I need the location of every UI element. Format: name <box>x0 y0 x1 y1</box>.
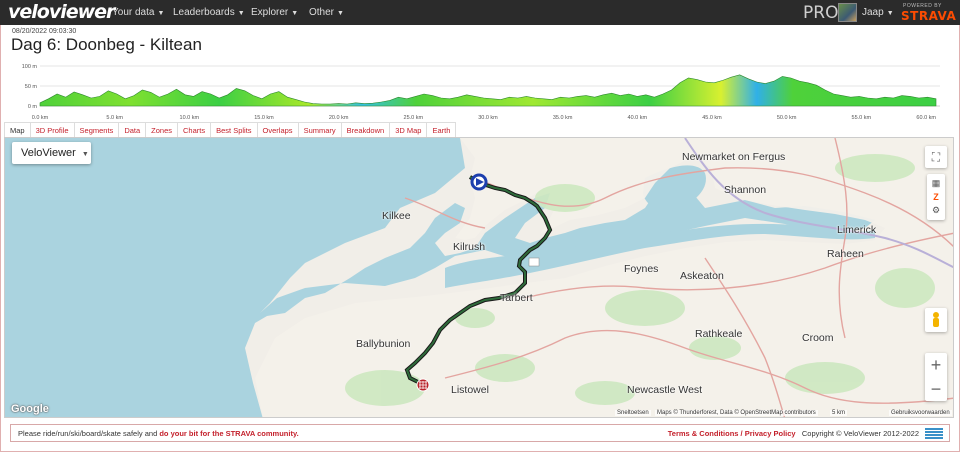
tab-earth[interactable]: Earth <box>426 122 457 137</box>
map-tools-panel: ▦ Z ⚙ <box>927 174 945 220</box>
tab-summary[interactable]: Summary <box>297 122 342 137</box>
map-label-raheen: Raheen <box>827 248 864 260</box>
nav-leaderboards[interactable]: Leaderboards ▼ <box>173 7 245 18</box>
elevation-x-tick-label: 40.0 km <box>628 115 648 121</box>
caret-down-icon: ▼ <box>337 10 344 17</box>
route-map[interactable]: VeloViewer ▼ Newmarket on Fergus Shannon… <box>4 137 954 418</box>
footer-bar: Please ride/run/ski/board/skate safely a… <box>10 424 950 442</box>
footer-right: Terms & Conditions / Privacy Policy Copy… <box>668 429 919 438</box>
user-menu[interactable]: Jaap ▼ <box>862 7 894 18</box>
map-label-kilkee: Kilkee <box>382 210 411 222</box>
veloviewer-logo[interactable]: veloviewer <box>8 1 115 23</box>
nav-explorer[interactable]: Explorer ▼ <box>251 7 298 18</box>
tab-3d-profile[interactable]: 3D Profile <box>29 122 75 137</box>
zoom-out-button[interactable]: − <box>931 377 942 401</box>
tab-3d-map[interactable]: 3D Map <box>389 122 428 137</box>
fullscreen-icon: ⛶ <box>931 149 941 164</box>
copyright-text: Copyright © VeloViewer 2012-2022 <box>801 429 919 438</box>
footer-strava-link[interactable]: do your bit for the STRAVA community. <box>159 429 298 438</box>
map-layer-button[interactable]: VeloViewer ▼ <box>12 142 91 164</box>
tab-segments[interactable]: Segments <box>73 122 120 137</box>
map-label-ballybunion: Ballybunion <box>356 338 411 350</box>
caret-down-icon: ▼ <box>237 10 245 17</box>
map-label-askeaton: Askeaton <box>680 270 724 282</box>
map-label-kilrush: Kilrush <box>453 241 486 253</box>
menu-flag-icon[interactable] <box>925 428 943 439</box>
gear-icon[interactable]: ⚙ <box>932 205 940 216</box>
tab-zones[interactable]: Zones <box>145 122 179 137</box>
elevation-y-tick-label: 100 m <box>22 64 38 70</box>
map-label-limerick: Limerick <box>837 224 877 236</box>
attribution-scale: 5 km <box>830 410 848 416</box>
map-label-shannon: Shannon <box>724 184 767 196</box>
caret-down-icon: ▼ <box>81 151 89 158</box>
elevation-x-tick-label: 5.0 km <box>106 115 123 121</box>
tab-breakdown[interactable]: Breakdown <box>340 122 391 137</box>
pro-badge: PRO <box>803 3 839 23</box>
elevation-x-tick-label: 45.0 km <box>702 115 722 121</box>
terms-privacy-link[interactable]: Terms & Conditions / Privacy Policy <box>668 429 796 438</box>
elevation-y-tick-label: 50 m <box>25 84 38 90</box>
elevation-x-tick-label: 30.0 km <box>478 115 498 121</box>
elevation-x-tick-label: 10.0 km <box>180 115 200 121</box>
map-label-newmarket: Newmarket on Fergus <box>682 151 786 163</box>
map-label-foynes: Foynes <box>624 263 659 275</box>
map-label-rathkeale: Rathkeale <box>695 328 743 340</box>
tab-best-splits[interactable]: Best Splits <box>210 122 258 137</box>
footer-safety-text: Please ride/run/ski/board/skate safely a… <box>18 429 299 438</box>
pegman-icon <box>933 312 939 327</box>
elevation-x-tick-label: 60.0 km <box>916 115 936 121</box>
caret-down-icon: ▼ <box>291 10 299 17</box>
attribution-maps[interactable]: Maps © Thunderforest, Data © OpenStreetM… <box>655 410 818 416</box>
zoom-control: + − <box>925 353 947 401</box>
caret-down-icon: ▼ <box>886 10 894 17</box>
caret-down-icon: ▼ <box>157 10 165 17</box>
fullscreen-button[interactable]: ⛶ <box>925 146 947 168</box>
nav-other[interactable]: Other ▼ <box>309 7 344 18</box>
attribution-terms[interactable]: Gebruiksvoorwaarden <box>889 410 952 416</box>
elevation-y-tick-label: 0 m <box>28 104 38 110</box>
logo-text: veloviewer <box>8 1 115 23</box>
google-logo: Google <box>11 403 49 415</box>
map-label-croom: Croom <box>802 332 834 344</box>
elevation-x-ticks: 0.0 km 5.0 km 10.0 km 15.0 km 20.0 km 25.0 km… <box>32 115 937 121</box>
avatar[interactable] <box>838 3 857 22</box>
tab-charts[interactable]: Charts <box>177 122 212 137</box>
elevation-x-tick-label: 0.0 km <box>32 115 49 121</box>
elevation-area <box>39 74 937 107</box>
tab-data[interactable]: Data <box>118 122 147 137</box>
top-navbar: veloviewer Your data ▼ Leaderboards ▼ Expl… <box>0 0 960 25</box>
map-label-newcastle-west: Newcastle West <box>627 384 703 396</box>
strava-z-icon[interactable]: Z <box>933 192 939 202</box>
elevation-x-tick-label: 55.0 km <box>852 115 872 121</box>
zoom-in-button[interactable]: + <box>931 353 942 377</box>
user-name: Jaap <box>862 7 884 18</box>
tab-overlaps[interactable]: Overlaps <box>256 122 299 137</box>
footer-text: Please ride/run/ski/board/skate safely a… <box>18 429 158 438</box>
tab-map[interactable]: Map <box>4 122 31 137</box>
elevation-y-ticks: 100 m 50 m 0 m <box>22 64 38 110</box>
nav-label: Other <box>309 7 335 18</box>
elevation-x-tick-label: 50.0 km <box>777 115 797 121</box>
strava-logo[interactable]: STRAVA <box>901 9 956 23</box>
nav-your-data[interactable]: Your data ▼ <box>112 7 164 18</box>
grid-icon[interactable]: ▦ <box>932 178 941 189</box>
elevation-x-tick-label: 15.0 km <box>254 115 274 121</box>
map-label-listowel: Listowel <box>451 384 489 396</box>
map-label-tarbert: Tarbert <box>500 292 533 304</box>
elevation-profile[interactable]: 100 m 50 m 0 m 0.0 km 5.0 km 10.0 km 15.0 km 2… <box>0 58 960 124</box>
page-title: Dag 6: Doonbeg - Kiltean <box>11 35 202 54</box>
activity-date: 08/20/2022 09:03:30 <box>12 28 77 35</box>
street-view-button[interactable] <box>925 308 947 332</box>
activity-tabs: Map 3D Profile Segments Data Zones Chart… <box>4 122 457 137</box>
layer-label: VeloViewer <box>21 147 76 159</box>
attribution-shortcuts[interactable]: Sneltoetsen <box>615 410 651 416</box>
elevation-x-tick-label: 20.0 km <box>329 115 349 121</box>
nav-label: Explorer <box>251 7 289 18</box>
nav-label: Leaderboards <box>173 7 235 18</box>
elevation-x-tick-label: 35.0 km <box>553 115 573 121</box>
elevation-x-tick-label: 25.0 km <box>404 115 424 121</box>
nav-label: Your data <box>112 7 155 18</box>
map-tiles <box>5 138 953 417</box>
